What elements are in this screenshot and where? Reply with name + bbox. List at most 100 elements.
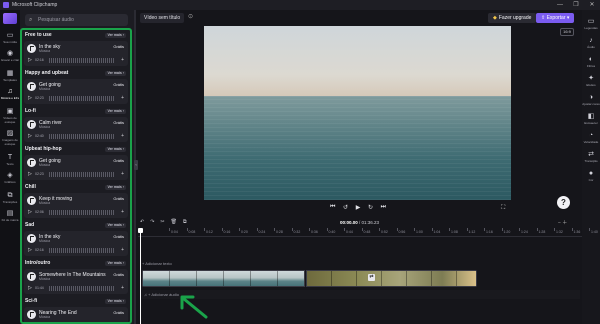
- properties-item[interactable]: ✦ Efeitos: [582, 75, 600, 87]
- properties-item[interactable]: ⇄ Transição: [582, 151, 600, 163]
- preview-sky: [204, 26, 511, 96]
- ruler-tick: 1:12: [466, 228, 476, 234]
- nav-your-media[interactable]: ▭ Sua mídia: [0, 32, 20, 44]
- minimize-button[interactable]: —: [552, 0, 568, 10]
- video-track[interactable]: [142, 270, 477, 287]
- playback-controls: ⏮ ↺ ▶ ↻ ⏭: [330, 204, 386, 214]
- ruler-tick: 1:32: [554, 228, 563, 234]
- clipchamp-logo-icon: [3, 2, 9, 8]
- ruler-tick: 1:28: [536, 228, 546, 234]
- properties-label: Velocidade: [583, 140, 599, 144]
- project-name[interactable]: Vídeo sem título: [140, 13, 185, 23]
- properties-label: Transição: [584, 159, 598, 163]
- nav-music-sfx[interactable]: ♫ Música e EFs: [0, 88, 20, 100]
- properties-item[interactable]: ◧ Esmaecer: [582, 113, 600, 125]
- ruler-tick: 0:56: [396, 228, 406, 234]
- search-placeholder: Pesquisar áudio: [38, 17, 74, 23]
- annotation-arrow-icon: [180, 295, 208, 319]
- properties-item[interactable]: ◑ Ajustar cores: [582, 94, 600, 106]
- ruler-tick: 1:24: [519, 228, 528, 234]
- search-input[interactable]: ⌕ Pesquisar áudio: [25, 14, 128, 26]
- search-icon: ⌕: [29, 17, 33, 23]
- transition-icon[interactable]: ⇄: [368, 274, 375, 281]
- video-preview[interactable]: [204, 26, 511, 200]
- nav-graphics[interactable]: ◈ Gráficos: [0, 172, 20, 184]
- ruler-tick: 1:16: [484, 228, 493, 234]
- fullscreen-icon[interactable]: ⛶: [501, 205, 505, 212]
- nav-label: Transições: [2, 200, 18, 204]
- properties-item[interactable]: ♪ Áudio: [582, 37, 600, 49]
- fade-icon: ◧: [587, 113, 595, 120]
- ruler-tick: 0:40: [326, 228, 336, 234]
- folder-icon: ▭: [6, 32, 14, 39]
- speed-icon: ◔: [588, 132, 594, 139]
- effects-icon: ✦: [588, 75, 594, 82]
- video-clip-ocean[interactable]: [142, 270, 305, 287]
- nav-brand-kit[interactable]: ▤ Kit de marca: [0, 210, 20, 222]
- ruler-tick: 1:20: [501, 228, 511, 234]
- skip-back-icon[interactable]: ⏮: [330, 204, 335, 214]
- redo-icon[interactable]: ↷: [150, 219, 154, 227]
- nav-label: Kit de marca: [1, 218, 19, 222]
- nav-templates[interactable]: ▦ Templates: [0, 70, 20, 82]
- playhead[interactable]: [138, 228, 143, 324]
- video-clip-landscape[interactable]: [306, 270, 477, 287]
- video-icon: ▣: [6, 108, 14, 115]
- zoom-controls[interactable]: − ＋: [558, 219, 567, 226]
- nav-label: Música e EFs: [0, 96, 20, 100]
- nav-text[interactable]: T Texto: [0, 154, 20, 166]
- app-menu-icon[interactable]: [3, 13, 17, 24]
- timeline-ruler[interactable]: 0:04 0:08 0:12 0:16 0:20 0:24 0:28 0:32 0:36 0:40…: [138, 228, 598, 237]
- add-text-track[interactable]: + Adicionar texto: [142, 260, 580, 268]
- audio-icon: ♪: [589, 37, 593, 44]
- properties-item[interactable]: ◐ Filtros: [582, 56, 600, 68]
- filters-icon: ◐: [588, 56, 594, 63]
- ruler-tick: 1:40: [589, 228, 598, 234]
- ruler-tick: 0:52: [379, 228, 388, 234]
- music-icon: ♫: [7, 88, 13, 95]
- color-icon: ◑: [588, 94, 594, 101]
- collapse-panel-button[interactable]: ‹: [134, 160, 138, 170]
- ruler-tick: 0:08: [186, 228, 196, 234]
- properties-item[interactable]: ◔ Velocidade: [582, 132, 600, 144]
- upgrade-button[interactable]: ◆ Fazer upgrade: [488, 13, 537, 23]
- split-icon[interactable]: ✂: [160, 219, 164, 227]
- ruler-tick: 0:44: [344, 228, 353, 234]
- upgrade-label: Fazer upgrade: [498, 15, 532, 21]
- nav-label: Imagens de estoque: [2, 138, 18, 146]
- gem-icon: ◆: [493, 15, 497, 21]
- help-button[interactable]: ?: [557, 196, 570, 209]
- rewind-icon[interactable]: ↺: [343, 204, 348, 214]
- maximize-button[interactable]: ❐: [568, 0, 584, 10]
- transition-icon: ⇄: [588, 151, 594, 158]
- properties-navigation: ▭ Legendas ♪ Áudio ◐ Filtros ✦ Efeitos ◑ Ajustar …: [582, 10, 600, 324]
- nav-label: Gravar e criar: [0, 58, 20, 62]
- image-icon: ▨: [6, 130, 14, 137]
- ruler-tick: 0:20: [239, 228, 248, 234]
- export-button[interactable]: ⇧ Exportar ▾: [536, 13, 575, 23]
- properties-label: Legendas: [584, 26, 598, 30]
- play-icon[interactable]: ▶: [356, 204, 361, 214]
- properties-item[interactable]: ▭ Legendas: [582, 18, 600, 30]
- title-bar: Microsoft Clipchamp — ❐ ✕: [0, 0, 600, 10]
- undo-icon[interactable]: ↶: [140, 219, 144, 227]
- skip-forward-icon[interactable]: ⏭: [381, 204, 386, 214]
- duplicate-icon[interactable]: ⧉: [183, 219, 187, 227]
- nav-record-create[interactable]: ◉ Gravar e criar: [0, 50, 20, 62]
- nav-transitions[interactable]: ⧉ Transições: [0, 192, 20, 204]
- ruler-tick: 0:28: [274, 228, 283, 234]
- forward-icon[interactable]: ↻: [368, 204, 373, 214]
- close-button[interactable]: ✕: [584, 0, 600, 10]
- camera-icon[interactable]: ⊙: [188, 13, 193, 20]
- window-controls: — ❐ ✕: [552, 0, 600, 10]
- graphics-icon: ◈: [7, 172, 13, 179]
- ruler-tick: 0:32: [291, 228, 301, 234]
- ruler-tick: 0:24: [256, 228, 266, 234]
- timeline-toolbar: ↶ ↷ ✂ 🗑 ⧉: [138, 219, 338, 227]
- nav-stock-video[interactable]: ▣ Vídeos de estoque: [0, 108, 20, 124]
- aspect-ratio-button[interactable]: 16:9: [560, 28, 574, 36]
- text-icon: T: [7, 154, 13, 161]
- properties-item[interactable]: ● Cor: [582, 170, 600, 182]
- delete-icon[interactable]: 🗑: [171, 219, 177, 227]
- nav-stock-images[interactable]: ▨ Imagens de estoque: [0, 130, 20, 146]
